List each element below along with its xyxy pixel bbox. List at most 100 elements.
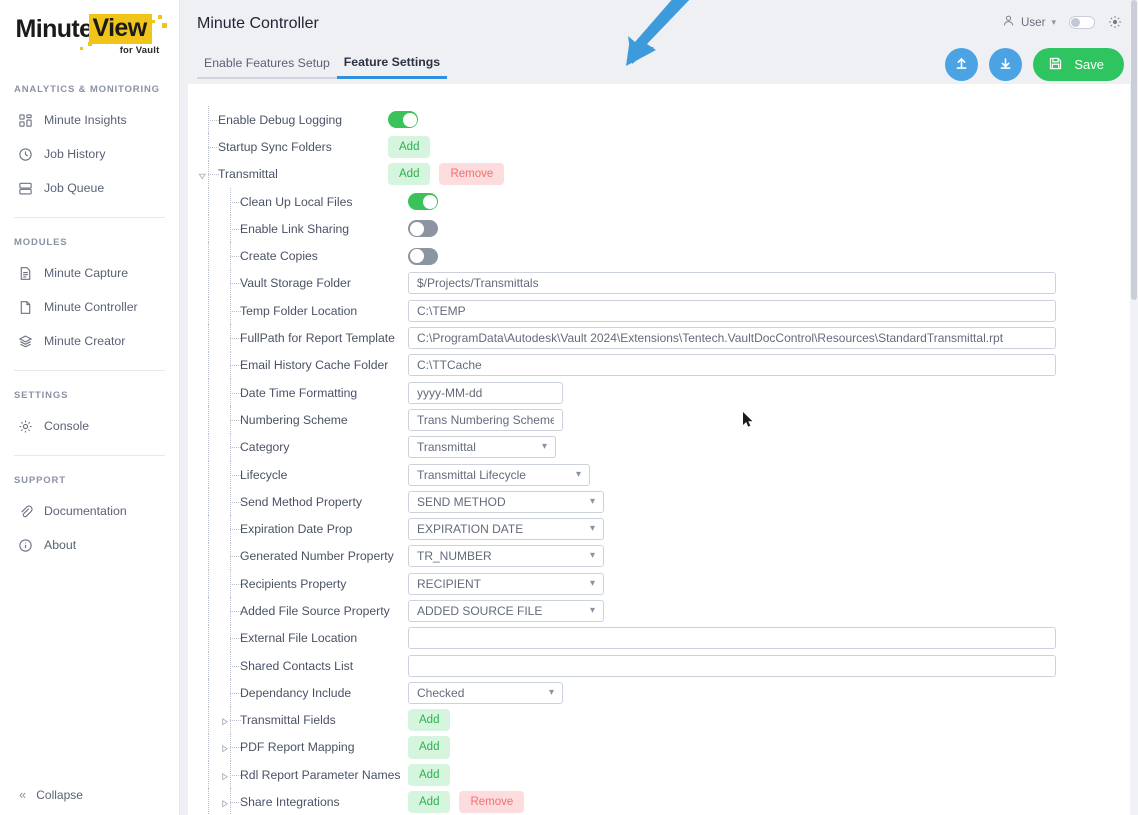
settings-tree-row: LifecycleTransmittal Lifecycle▾ <box>188 461 1138 488</box>
settings-tree-row: Expiration Date PropEXPIRATION DATE▾ <box>188 515 1138 542</box>
add-button[interactable]: Add <box>388 163 430 185</box>
settings-row-control <box>408 627 1056 649</box>
text-input[interactable] <box>408 627 1056 649</box>
sun-icon[interactable] <box>1108 15 1122 29</box>
clock-history-icon <box>18 147 33 162</box>
sidebar-section-title: ANALYTICS & MONITORING <box>0 84 179 95</box>
tree-guide-line <box>208 679 209 706</box>
settings-row-label: Recipients Property <box>240 577 346 591</box>
sidebar-item-minute-capture[interactable]: Minute Capture <box>0 256 179 290</box>
user-menu-button[interactable]: User ▾ <box>1002 14 1056 30</box>
tab-bar: Enable Features Setup Feature Settings <box>197 52 447 79</box>
scrollbar-thumb[interactable] <box>1131 0 1137 300</box>
tree-expander-collapsed-icon[interactable] <box>220 743 229 752</box>
tab-enable-features-setup[interactable]: Enable Features Setup <box>197 53 337 79</box>
document-icon <box>18 300 33 315</box>
chevron-down-icon: ▾ <box>590 497 595 507</box>
sidebar-section-modules: MODULES Minute Capture Minute Controller <box>0 237 179 358</box>
dropdown-selected-value: TR_NUMBER <box>417 549 492 563</box>
sidebar-item-job-queue[interactable]: Job Queue <box>0 171 179 205</box>
text-input[interactable] <box>408 655 1056 677</box>
tree-expander-collapsed-icon[interactable] <box>220 770 229 779</box>
sidebar-item-documentation[interactable]: Documentation <box>0 494 179 528</box>
tree-expander-expanded-icon[interactable] <box>198 170 207 179</box>
sidebar-item-console[interactable]: Console <box>0 409 179 443</box>
dropdown-select[interactable]: Transmittal▾ <box>408 436 556 458</box>
dropdown-select[interactable]: TR_NUMBER▾ <box>408 545 604 567</box>
add-button[interactable]: Add <box>388 136 430 158</box>
logo-subtitle: for Vault <box>16 45 164 56</box>
text-input[interactable] <box>408 272 1056 294</box>
application-window: Minute View for Vault ANALYTICS & MONITO… <box>0 0 1138 815</box>
sidebar-item-label: Minute Insights <box>44 113 127 127</box>
dropdown-select[interactable]: SEND METHOD ▾ <box>408 491 604 513</box>
toggle-switch[interactable] <box>408 248 438 265</box>
paperclip-icon <box>18 504 33 519</box>
settings-row-control <box>408 272 1056 294</box>
gear-icon <box>18 419 33 434</box>
tree-expander-collapsed-icon[interactable] <box>220 798 229 807</box>
toggle-knob <box>410 249 424 263</box>
add-button[interactable]: Add <box>408 709 450 731</box>
sidebar-item-minute-insights[interactable]: Minute Insights <box>0 103 179 137</box>
logo-dot-icon <box>88 42 92 46</box>
tree-guide-line <box>208 761 209 788</box>
sidebar-section-settings: SETTINGS Console <box>0 390 179 443</box>
import-settings-button[interactable] <box>945 48 978 81</box>
chevron-down-icon: ▾ <box>590 579 595 589</box>
sidebar-item-minute-controller[interactable]: Minute Controller <box>0 290 179 324</box>
dropdown-select[interactable]: Transmittal Lifecycle▾ <box>408 464 590 486</box>
text-input[interactable] <box>408 300 1056 322</box>
remove-button[interactable]: Remove <box>459 791 524 813</box>
action-buttons: Save <box>945 48 1124 81</box>
settings-tree-row: Rdl Report Parameter Names Add <box>188 761 1138 788</box>
sidebar-item-label: Minute Capture <box>44 266 128 280</box>
tab-feature-settings[interactable]: Feature Settings <box>337 52 447 79</box>
theme-mode-toggle[interactable] <box>1069 16 1095 29</box>
text-input[interactable] <box>408 354 1056 376</box>
mouse-cursor-icon <box>742 411 754 429</box>
vertical-scrollbar[interactable] <box>1130 0 1138 815</box>
dropdown-select[interactable]: ADDED SOURCE FILE▾ <box>408 600 604 622</box>
sidebar: Minute View for Vault ANALYTICS & MONITO… <box>0 0 180 815</box>
logo-dot-icon <box>158 15 162 19</box>
settings-row-control <box>408 248 438 265</box>
dropdown-selected-value: SEND METHOD <box>417 495 506 509</box>
tree-guide-line <box>208 597 209 624</box>
sidebar-item-about[interactable]: About <box>0 528 179 562</box>
settings-row-control <box>408 300 1056 322</box>
text-input[interactable] <box>408 327 1056 349</box>
add-button[interactable]: Add <box>408 764 450 786</box>
sidebar-item-minute-creator[interactable]: Minute Creator <box>0 324 179 358</box>
export-settings-button[interactable] <box>989 48 1022 81</box>
dropdown-select[interactable]: Checked▾ <box>408 682 563 704</box>
dropdown-select[interactable]: EXPIRATION DATE▾ <box>408 518 604 540</box>
settings-tree-row: FullPath for Report Template <box>188 324 1138 351</box>
toggle-switch[interactable] <box>408 193 438 210</box>
settings-tree-row: Enable Debug Logging <box>188 106 1138 133</box>
tree-expander-collapsed-icon[interactable] <box>220 716 229 725</box>
settings-row-control <box>408 655 1056 677</box>
settings-tree-row: Shared Contacts List <box>188 652 1138 679</box>
sidebar-item-label: Documentation <box>44 504 127 518</box>
dropdown-select[interactable]: RECIPIENT▾ <box>408 573 604 595</box>
settings-tree-row: Added File Source PropertyADDED SOURCE F… <box>188 597 1138 624</box>
settings-row-label: PDF Report Mapping <box>240 740 354 754</box>
sidebar-collapse-button[interactable]: « Collapse <box>0 787 180 802</box>
remove-button[interactable]: Remove <box>439 163 504 185</box>
dropdown-selected-value: Transmittal Lifecycle <box>417 468 526 482</box>
add-button[interactable]: Add <box>408 791 450 813</box>
sidebar-item-job-history[interactable]: Job History <box>0 137 179 171</box>
text-input[interactable] <box>408 409 563 431</box>
tree-guide-line <box>208 215 209 242</box>
toggle-switch[interactable] <box>408 220 438 237</box>
tree-guide-line <box>208 515 209 542</box>
tree-guide-line <box>208 707 209 734</box>
save-button[interactable]: Save <box>1033 48 1124 81</box>
add-button[interactable]: Add <box>408 736 450 758</box>
settings-row-label: Clean Up Local Files <box>240 195 352 209</box>
toggle-switch[interactable] <box>388 111 418 128</box>
settings-row-label: Rdl Report Parameter Names <box>240 768 401 782</box>
sidebar-section-title: SUPPORT <box>0 475 179 486</box>
text-input[interactable] <box>408 382 563 404</box>
